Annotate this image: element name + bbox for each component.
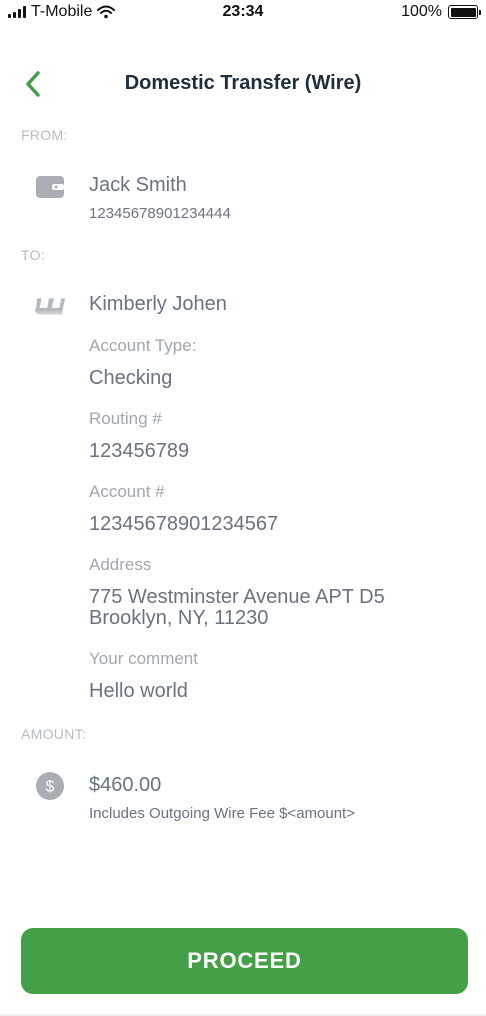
status-right: 100%	[401, 3, 481, 21]
address-label: Address	[89, 555, 152, 574]
battery-icon	[448, 5, 481, 19]
address-line2: Brooklyn, NY, 11230	[89, 607, 269, 629]
account-type-label: Account Type:	[89, 336, 197, 355]
account-type-value: Checking	[89, 367, 173, 389]
comment-value: Hello world	[89, 680, 188, 702]
routing-label: Routing #	[89, 409, 162, 428]
to-name: Kimberly Johen	[89, 293, 227, 315]
dollar-icon: $	[34, 770, 66, 802]
routing-value: 123456789	[89, 440, 190, 462]
amount-value: $460.00	[89, 774, 162, 796]
from-account-number: 12345678901234444	[89, 205, 231, 222]
header: Domestic Transfer (Wire)	[0, 60, 486, 108]
address-line1: 775 Westminster Avenue APT D5	[89, 586, 385, 608]
comment-label: Your comment	[89, 649, 198, 668]
account-number-value: 12345678901234567	[89, 513, 279, 535]
wallet-icon	[34, 171, 66, 203]
from-name: Jack Smith	[89, 174, 187, 196]
bank-logo-icon	[34, 289, 66, 321]
page-title: Domestic Transfer (Wire)	[124, 72, 362, 94]
proceed-button[interactable]: PROCEED	[21, 928, 468, 994]
svg-text:$: $	[46, 779, 55, 796]
battery-percent: 100%	[401, 3, 442, 20]
from-section-label: FROM:	[21, 127, 68, 143]
status-bar: T-Mobile 23:34 100%	[0, 0, 486, 26]
amount-section-label: AMOUNT:	[21, 726, 87, 742]
amount-fee-note: Includes Outgoing Wire Fee $<amount>	[89, 805, 355, 822]
account-number-label: Account #	[89, 482, 165, 501]
to-section-label: TO:	[21, 247, 45, 263]
